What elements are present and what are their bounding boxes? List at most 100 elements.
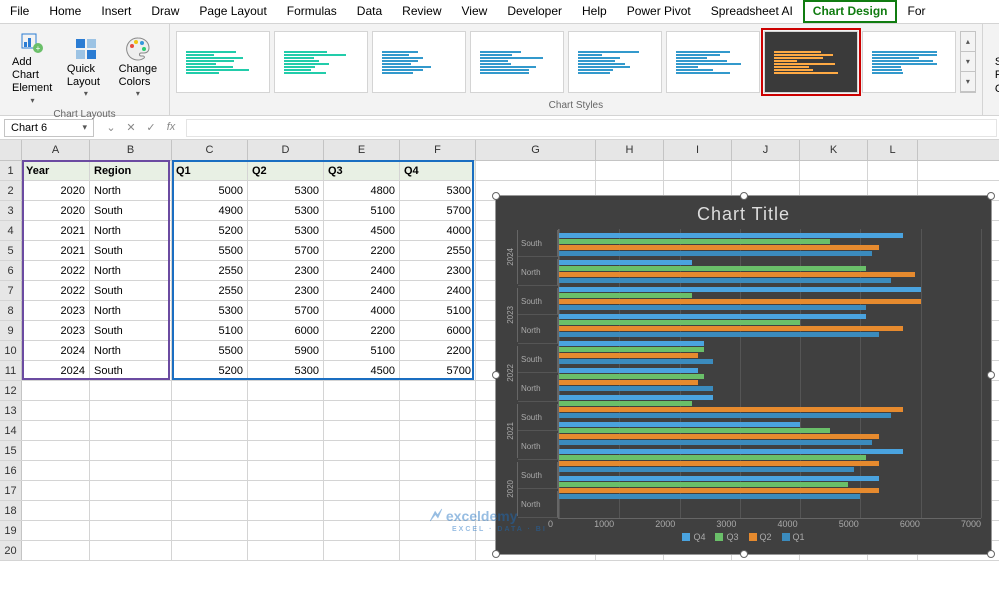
cell[interactable]: 2021 xyxy=(22,241,90,260)
bar-Q1[interactable] xyxy=(559,332,879,337)
cell[interactable]: 2200 xyxy=(324,321,400,340)
menu-file[interactable]: File xyxy=(0,0,39,23)
resize-handle[interactable] xyxy=(740,550,748,558)
cell[interactable]: 5300 xyxy=(248,201,324,220)
cell[interactable] xyxy=(324,501,400,520)
cell[interactable] xyxy=(90,461,172,480)
bar-Q3[interactable] xyxy=(559,482,848,487)
menu-data[interactable]: Data xyxy=(347,0,392,23)
cell[interactable]: 5500 xyxy=(172,341,248,360)
cell[interactable]: 5100 xyxy=(172,321,248,340)
cell[interactable]: 2400 xyxy=(324,281,400,300)
bar-Q2[interactable] xyxy=(559,326,903,331)
cell[interactable]: 2300 xyxy=(248,281,324,300)
cell[interactable] xyxy=(22,541,90,560)
row-header-17[interactable]: 17 xyxy=(0,481,22,500)
row-header-4[interactable]: 4 xyxy=(0,221,22,240)
bar-Q2[interactable] xyxy=(559,407,903,412)
bar-Q2[interactable] xyxy=(559,380,698,385)
cell[interactable] xyxy=(400,481,476,500)
cell[interactable]: 5300 xyxy=(248,361,324,380)
cell[interactable]: 2400 xyxy=(324,261,400,280)
chart-style-thumb-7[interactable] xyxy=(764,31,858,93)
row-header-8[interactable]: 8 xyxy=(0,301,22,320)
col-header-D[interactable]: D xyxy=(248,140,324,160)
legend-item-Q3[interactable]: Q3 xyxy=(715,532,738,542)
row-header-6[interactable]: 6 xyxy=(0,261,22,280)
cell[interactable]: 4000 xyxy=(400,221,476,240)
row-header-11[interactable]: 11 xyxy=(0,361,22,380)
cell[interactable] xyxy=(90,381,172,400)
cell[interactable]: Region xyxy=(90,161,172,180)
cell[interactable] xyxy=(400,381,476,400)
confirm-icon[interactable]: ✓ xyxy=(142,121,160,134)
cell[interactable] xyxy=(172,381,248,400)
cell[interactable] xyxy=(248,521,324,540)
select-all-corner[interactable] xyxy=(0,140,22,160)
cell[interactable] xyxy=(172,481,248,500)
cell[interactable] xyxy=(476,161,596,180)
bar-Q4[interactable] xyxy=(559,341,704,346)
cell[interactable]: 2022 xyxy=(22,281,90,300)
cell[interactable] xyxy=(22,401,90,420)
cell[interactable]: 5500 xyxy=(172,241,248,260)
cell[interactable] xyxy=(400,461,476,480)
cell[interactable] xyxy=(324,481,400,500)
cell[interactable]: 5300 xyxy=(248,181,324,200)
row-header-3[interactable]: 3 xyxy=(0,201,22,220)
bar-Q1[interactable] xyxy=(559,278,891,283)
bar-Q1[interactable] xyxy=(559,440,872,445)
cell[interactable]: 6000 xyxy=(248,321,324,340)
cell[interactable]: 2400 xyxy=(400,281,476,300)
cell[interactable] xyxy=(400,421,476,440)
cell[interactable]: 2550 xyxy=(400,241,476,260)
menu-help[interactable]: Help xyxy=(572,0,617,23)
menu-insert[interactable]: Insert xyxy=(91,0,141,23)
cell[interactable] xyxy=(732,161,800,180)
cell[interactable] xyxy=(90,441,172,460)
cell[interactable] xyxy=(90,521,172,540)
col-header-E[interactable]: E xyxy=(324,140,400,160)
cell[interactable] xyxy=(90,421,172,440)
cell[interactable] xyxy=(90,401,172,420)
cell[interactable] xyxy=(248,421,324,440)
cell[interactable]: South xyxy=(90,201,172,220)
cell[interactable] xyxy=(172,541,248,560)
col-header-C[interactable]: C xyxy=(172,140,248,160)
cell[interactable] xyxy=(172,401,248,420)
chart-style-thumb-6[interactable] xyxy=(666,31,760,93)
menu-home[interactable]: Home xyxy=(39,0,91,23)
quick-layout-button[interactable]: Quick Layout ▾ xyxy=(61,33,111,101)
cell[interactable] xyxy=(22,521,90,540)
bar-Q3[interactable] xyxy=(559,374,704,379)
chart-title[interactable]: Chart Title xyxy=(496,196,991,229)
cell[interactable] xyxy=(22,461,90,480)
cell[interactable]: North xyxy=(90,301,172,320)
cell[interactable] xyxy=(324,461,400,480)
cell[interactable]: Year xyxy=(22,161,90,180)
bar-Q3[interactable] xyxy=(559,401,692,406)
cell[interactable]: South xyxy=(90,361,172,380)
bar-Q1[interactable] xyxy=(559,251,872,256)
cell[interactable]: 5200 xyxy=(172,221,248,240)
cell[interactable]: 2200 xyxy=(400,341,476,360)
chart-style-thumb-4[interactable] xyxy=(470,31,564,93)
resize-handle[interactable] xyxy=(492,192,500,200)
cell[interactable]: 5900 xyxy=(248,341,324,360)
col-header-J[interactable]: J xyxy=(732,140,800,160)
cell[interactable] xyxy=(324,441,400,460)
row-header-12[interactable]: 12 xyxy=(0,381,22,400)
bar-Q4[interactable] xyxy=(559,476,879,481)
cell[interactable]: North xyxy=(90,181,172,200)
cell[interactable] xyxy=(248,541,324,560)
cell[interactable]: 4800 xyxy=(324,181,400,200)
cell[interactable]: 5700 xyxy=(400,361,476,380)
cell[interactable] xyxy=(248,501,324,520)
resize-handle[interactable] xyxy=(492,371,500,379)
cell[interactable] xyxy=(172,421,248,440)
resize-handle[interactable] xyxy=(987,192,995,200)
cell[interactable]: 4000 xyxy=(324,301,400,320)
bar-Q2[interactable] xyxy=(559,461,879,466)
col-header-H[interactable]: H xyxy=(596,140,664,160)
row-header-7[interactable]: 7 xyxy=(0,281,22,300)
